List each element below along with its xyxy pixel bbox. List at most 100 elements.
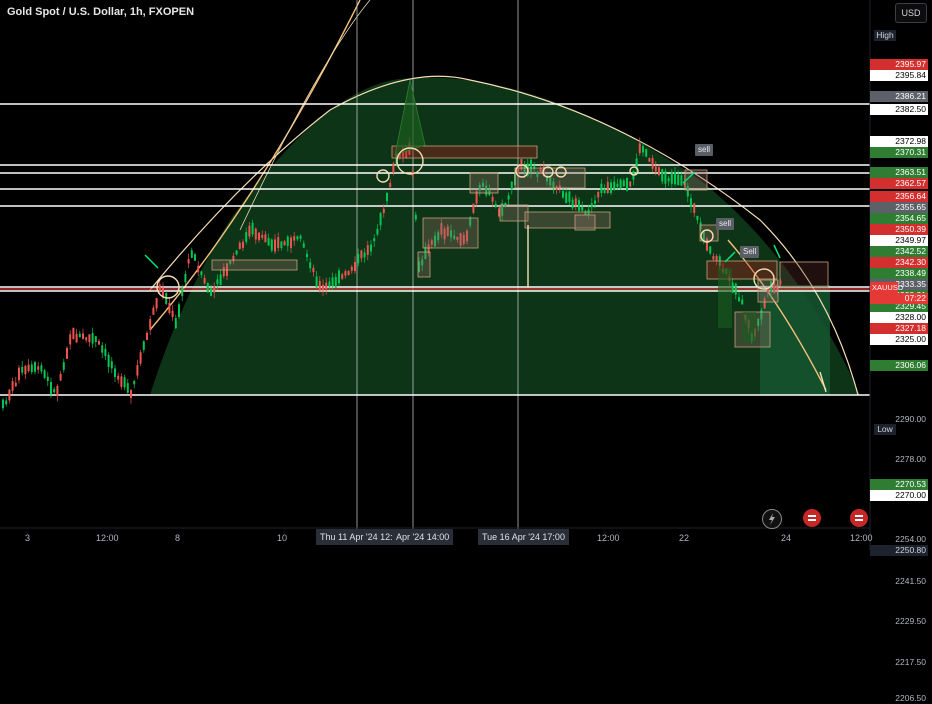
candle-body — [677, 174, 680, 186]
time-tick: 3 — [25, 533, 31, 543]
candle-body — [366, 245, 369, 255]
candle-body — [50, 382, 52, 395]
candle-body — [648, 158, 651, 162]
candle-body — [30, 364, 33, 373]
candle-body — [363, 252, 366, 258]
candle-body — [741, 299, 744, 305]
price-label: 2306.06 — [870, 359, 928, 371]
candle-body — [46, 376, 49, 382]
price-label: 2356.64 — [870, 190, 928, 202]
candle-body — [158, 284, 161, 292]
candle-body — [590, 203, 593, 208]
candle-body — [344, 271, 347, 276]
candle-body — [325, 282, 328, 289]
candle-body — [354, 262, 356, 272]
candle-body — [133, 380, 136, 385]
candle-body — [200, 271, 203, 275]
signal-arrow — [144, 254, 159, 269]
candle-body — [658, 167, 660, 176]
candle-body — [85, 337, 88, 341]
candle-body — [91, 333, 94, 344]
candle-body — [565, 192, 568, 203]
candle-body — [712, 256, 715, 260]
candle-body — [43, 370, 46, 378]
candle-body — [296, 236, 299, 240]
candle-body — [2, 399, 4, 409]
zone-box — [417, 251, 431, 278]
candle-body — [606, 182, 609, 193]
candle-body — [267, 238, 270, 246]
candle-body — [277, 237, 280, 249]
candle-body — [190, 250, 193, 258]
candle-body — [146, 332, 148, 340]
candle-body — [130, 389, 132, 399]
candle-body — [494, 203, 497, 207]
candle-body — [651, 158, 654, 169]
zone-box — [742, 312, 756, 342]
candle-body — [597, 192, 600, 198]
candle-body — [331, 277, 334, 287]
price-chart[interactable] — [0, 0, 932, 550]
price-tick: 2229.50 — [895, 616, 926, 627]
candle-body — [24, 365, 27, 375]
candle-body — [66, 347, 68, 359]
candle-body — [94, 336, 97, 342]
currency-button[interactable]: USD — [895, 3, 927, 23]
candle-body — [206, 282, 209, 293]
candle-body — [302, 243, 305, 248]
candle-body — [306, 253, 308, 258]
flag-icon[interactable] — [803, 509, 821, 527]
candle-body — [693, 203, 696, 213]
lightning-icon[interactable] — [762, 509, 782, 529]
candle-body — [120, 376, 123, 387]
candle-body — [171, 310, 174, 317]
candle-body — [114, 368, 116, 378]
candle-body — [107, 354, 110, 367]
zone-box — [211, 259, 298, 271]
candle-body — [510, 181, 513, 190]
sell-label: Sell — [740, 246, 760, 258]
candle-body — [613, 181, 616, 190]
candle-body — [392, 163, 395, 173]
candle-body — [258, 232, 260, 241]
price-label: 2382.50 — [870, 103, 928, 115]
candle-body — [350, 266, 353, 271]
candle-body — [34, 362, 36, 372]
candle-body — [8, 389, 11, 401]
candle-body — [670, 171, 673, 184]
candle-body — [347, 271, 350, 276]
candle-body — [174, 318, 177, 329]
candle-body — [82, 333, 84, 339]
candle-body — [629, 181, 632, 187]
candle-body — [88, 334, 91, 343]
candle-body — [98, 340, 100, 345]
candle-body — [322, 284, 324, 291]
time-tick: 8 — [175, 533, 181, 543]
candle-body — [216, 279, 219, 284]
candle-body — [581, 206, 584, 211]
candle-body — [261, 234, 264, 238]
price-label: 2328.00 — [870, 311, 928, 323]
crosshair-time-label: Tue 16 Apr '24 17:00 — [478, 529, 569, 545]
flag-icon[interactable] — [850, 509, 868, 527]
candle-body — [194, 254, 196, 261]
zone-box — [757, 279, 779, 303]
candle-body — [139, 352, 142, 364]
price-label: 2342.30 — [870, 256, 928, 268]
price-label: 2363.51 — [870, 167, 928, 179]
zone-box — [422, 217, 479, 249]
candle-body — [286, 236, 289, 246]
zone-box — [469, 172, 499, 194]
candle-body — [571, 199, 574, 209]
candle-body — [376, 228, 379, 235]
candle-body — [290, 237, 292, 248]
high-label: High — [874, 30, 896, 41]
candle-body — [574, 198, 577, 206]
price-label: 2386.21 — [870, 91, 928, 103]
candle-body — [72, 327, 75, 340]
candle-body — [62, 362, 65, 370]
candle-body — [664, 171, 667, 184]
candle-body — [389, 182, 392, 188]
price-label: 2270.00 — [870, 489, 928, 501]
candle-body — [37, 366, 40, 370]
